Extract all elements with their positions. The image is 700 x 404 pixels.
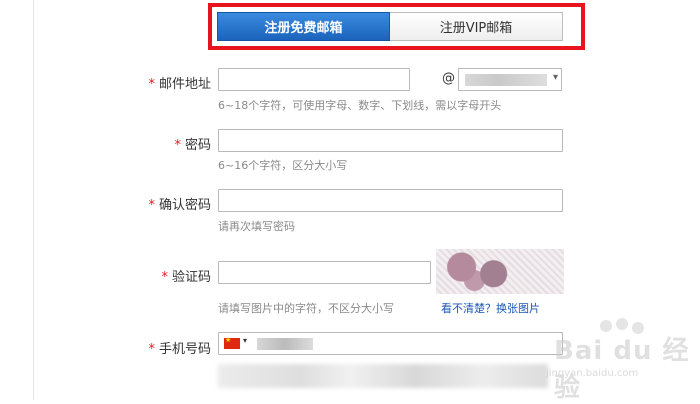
password-input[interactable] [218, 129, 563, 152]
confirm-password-label: * 确认密码 [148, 198, 211, 213]
email-label: * 邮件地址 [148, 77, 211, 92]
page-divider [33, 0, 34, 400]
required-mark: * [148, 77, 155, 92]
captcha-input[interactable] [218, 261, 431, 284]
phone-label: * 手机号码 [148, 342, 211, 357]
watermark-logo-text: Bai du 经验 [554, 336, 690, 403]
captcha-image[interactable] [436, 249, 564, 294]
confirm-password-input[interactable] [218, 189, 563, 212]
domain-value-blurred [465, 74, 547, 86]
required-mark: * [161, 270, 168, 285]
required-mark: * [174, 138, 181, 153]
tab-free-email[interactable]: 注册免费邮箱 [217, 12, 390, 41]
chevron-down-icon: ▾ [552, 72, 558, 83]
china-flag-icon[interactable]: ★ [224, 336, 240, 349]
email-domain-select[interactable]: ▾ [458, 68, 562, 91]
email-hint: 6~18个字符，可使用字母、数字、下划线，需以字母开头 [218, 99, 502, 112]
captcha-label: * 验证码 [161, 270, 211, 285]
password-label: * 密码 [174, 138, 211, 153]
password-hint: 6~16个字符，区分大小写 [218, 159, 348, 172]
refresh-captcha-link[interactable]: 看不清楚？换张图片 [441, 300, 540, 316]
tab-vip-email[interactable]: 注册VIP邮箱 [390, 12, 563, 41]
at-sign: @ [442, 71, 455, 86]
email-input[interactable] [218, 68, 410, 91]
watermark-url: jingyan.baidu.com [546, 368, 639, 379]
phone-prefix-blurred [257, 338, 313, 350]
chevron-down-icon[interactable]: ▾ [243, 336, 247, 345]
blurred-hint-text [218, 364, 548, 388]
paw-icon [616, 318, 628, 330]
required-mark: * [148, 342, 155, 357]
confirm-password-hint: 请再次填写密码 [218, 220, 295, 233]
baidu-jingyan-watermark: Bai du 经验 jingyan.baidu.com [540, 318, 700, 403]
phone-input[interactable]: ★ ▾ [218, 332, 563, 355]
captcha-hint: 请填写图片中的字符，不区分大小写 [218, 302, 394, 315]
required-mark: * [148, 198, 155, 213]
